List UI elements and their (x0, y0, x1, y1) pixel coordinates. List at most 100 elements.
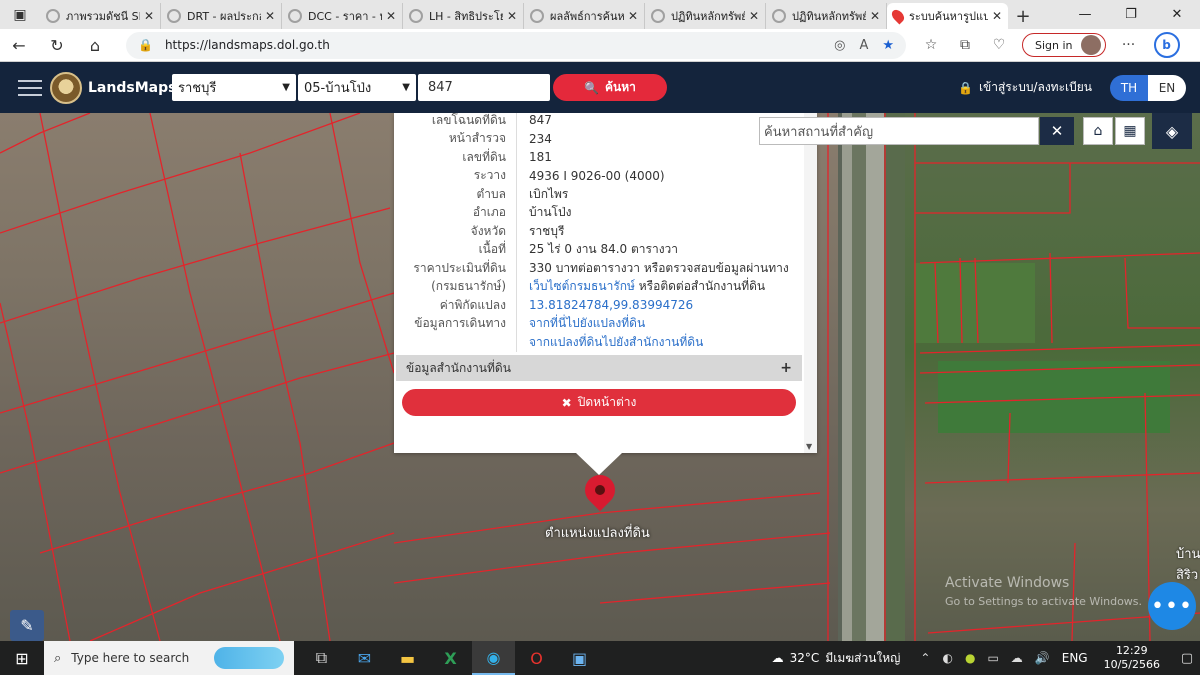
login-link[interactable]: 🔒 เข้าสู่ระบบ/ลงทะเบียน (958, 78, 1092, 97)
lang-en-button[interactable]: EN (1148, 74, 1186, 101)
coordinates-link[interactable]: 13.81824784,99.83994726 (517, 298, 693, 312)
collections-icon[interactable]: ⧉ (948, 37, 982, 53)
minimize-button[interactable]: — (1062, 0, 1108, 29)
lang-th-button[interactable]: TH (1110, 74, 1148, 101)
input-language[interactable]: ENG (1062, 651, 1088, 665)
file-explorer-icon[interactable]: ▬ (386, 641, 429, 675)
browser-tab[interactable]: ปฏิทินหลักทรัพย์ ✕ (645, 3, 766, 29)
location-icon[interactable]: ◎ (834, 38, 845, 53)
grid-map-icon[interactable]: ▦ (1115, 117, 1145, 145)
mail-icon[interactable]: ✉ (343, 641, 386, 675)
home-view-icon[interactable]: ⌂ (1083, 117, 1113, 145)
layers-icon[interactable]: ◈ (1152, 113, 1192, 149)
info-value: 181 (529, 150, 552, 165)
favorites-icon[interactable]: ☆ (914, 37, 948, 53)
close-panel-button[interactable]: ✖ ปิดหน้าต่าง (402, 389, 796, 416)
favorite-star-icon[interactable]: ★ (882, 38, 894, 53)
address-bar[interactable]: 🔒 https://landsmaps.dol.go.th ◎ A ★ (126, 31, 906, 59)
opera-icon[interactable]: O (515, 641, 558, 675)
back-button[interactable]: ← (0, 29, 38, 62)
windows-start-icon[interactable]: ⊞ (0, 649, 44, 668)
avatar (1080, 35, 1101, 55)
new-tab-button[interactable]: + (1008, 3, 1038, 29)
clock[interactable]: 12:29 10/5/2566 (1104, 644, 1160, 672)
tab-close-icon[interactable]: ✕ (144, 9, 154, 23)
district-select[interactable]: 05-บ้านโป่ง ▼ (298, 74, 416, 101)
chat-bubble-icon[interactable]: ••• (1148, 582, 1196, 630)
tab-close-icon[interactable]: ✕ (628, 9, 638, 23)
tab-favicon-icon (651, 9, 665, 23)
info-label: หน้าสำรวจ (394, 129, 517, 148)
browser-tab[interactable]: ภาพรวมดัชนี SET ✕ (40, 3, 161, 29)
activate-windows-title: Activate Windows (945, 575, 1070, 591)
tab-favicon-icon (288, 9, 302, 23)
measure-tool-icon[interactable]: ✎ (10, 610, 44, 641)
browser-tab[interactable]: ผลลัพธ์การค้นหา ✕ (524, 3, 645, 29)
land-office-section[interactable]: ข้อมูลสำนักงานที่ดิน + (396, 355, 802, 381)
more-menu-icon[interactable]: ··· (1112, 37, 1146, 53)
browser-tab[interactable]: DRT - ผลประกอบการ ✕ (161, 3, 282, 29)
search-button[interactable]: 🔍 ค้นหา (553, 74, 667, 101)
tab-close-icon[interactable]: ✕ (749, 9, 759, 23)
tab-close-icon[interactable]: ✕ (507, 9, 517, 23)
clear-search-button[interactable]: ✕ (1040, 117, 1074, 145)
deed-number-input[interactable]: 847 (418, 74, 550, 101)
home-button[interactable]: ⌂ (76, 29, 114, 62)
panel-scrollbar[interactable]: ▼ (804, 113, 817, 453)
parcel-location-label: ตำแหน่งแปลงที่ดิน (545, 526, 650, 541)
province-select[interactable]: ราชบุรี ▼ (172, 74, 296, 101)
browser-tab[interactable]: LH - สิทธิประโยชน์ ✕ (403, 3, 524, 29)
close-window-button[interactable]: ✕ (1154, 0, 1200, 29)
task-view-icon[interactable]: ⧉ (300, 641, 343, 675)
info-label: ตำบล (394, 185, 517, 204)
weather-cloud-icon[interactable]: ☁ (772, 651, 784, 665)
tray-app-icon[interactable]: ● (965, 651, 975, 665)
info-label: เลขที่ดิน (394, 148, 517, 167)
notifications-icon[interactable]: ▢ (1174, 651, 1200, 666)
weather-text[interactable]: มีเมฆส่วนใหญ่ (825, 649, 900, 668)
chevron-up-icon[interactable]: ⌃ (920, 651, 930, 665)
expand-plus-icon[interactable]: + (780, 360, 792, 376)
refresh-button[interactable]: ↻ (38, 29, 76, 62)
sign-in-button[interactable]: Sign in (1022, 33, 1106, 57)
info-value: เบิกไพร (529, 186, 569, 201)
info-row: ค่าพิกัดแปลง 13.81824784,99.83994726 (394, 296, 804, 315)
taskbar-search[interactable]: ⌕ Type here to search (44, 641, 294, 675)
browser-tab[interactable]: ปฏิทินหลักทรัพย์ ✕ (766, 3, 887, 29)
tab-actions-icon[interactable]: ▣ (0, 0, 40, 29)
info-row: จากแปลงที่ดินไปยังสำนักงานที่ดิน (394, 333, 804, 352)
satellite-map[interactable]: บ้าน สิริว Activate Windows Go to Settin… (0, 113, 1200, 641)
url-text[interactable]: https://landsmaps.dol.go.th (165, 38, 820, 52)
restore-button[interactable]: ❐ (1108, 0, 1154, 29)
excel-icon[interactable]: X (429, 641, 472, 675)
tab-close-icon[interactable]: ✕ (265, 9, 275, 23)
browser-tools: ☆ ⧉ ♡ Sign in ··· b (914, 32, 1180, 58)
info-label: เนื้อที่ (394, 240, 517, 259)
panel-pointer-arrow (576, 453, 622, 475)
info-label: อำเภอ (394, 203, 517, 222)
browser-tab[interactable]: DCC - ราคา - หุ้น ✕ (282, 3, 403, 29)
tab-close-icon[interactable]: ✕ (386, 9, 396, 23)
treasury-website-link[interactable]: เว็บไซต์กรมธนารักษ์ (529, 279, 635, 293)
info-label: ระวาง (394, 166, 517, 185)
directions-to-parcel-link[interactable]: จากที่นี่ไปยังแปลงที่ดิน (517, 314, 645, 333)
extensions-icon[interactable]: ♡ (982, 37, 1016, 53)
store-icon[interactable]: ▣ (558, 641, 601, 675)
network-icon[interactable]: ☁ (1011, 651, 1023, 665)
read-aloud-icon[interactable]: A (859, 38, 868, 53)
edge-browser-icon[interactable]: ◉ (472, 641, 515, 675)
tab-close-icon[interactable]: ✕ (870, 9, 880, 23)
tab-close-icon[interactable]: ✕ (992, 9, 1002, 23)
hamburger-menu-icon[interactable] (18, 79, 42, 96)
lock-icon[interactable]: 🔒 (138, 38, 153, 52)
battery-icon[interactable]: ▭ (987, 651, 998, 665)
volume-icon[interactable]: 🔊 (1035, 651, 1050, 665)
bing-copilot-icon[interactable]: b (1153, 32, 1180, 58)
tray-app-icon[interactable]: ◐ (942, 651, 952, 665)
scroll-down-icon[interactable]: ▼ (806, 442, 812, 451)
directions-to-office-link[interactable]: จากแปลงที่ดินไปยังสำนักงานที่ดิน (517, 333, 703, 352)
browser-tab-active[interactable]: ระบบค้นหารูปแปลง ✕ (887, 3, 1008, 29)
temperature[interactable]: 32°C (790, 651, 820, 665)
place-search-input[interactable]: ค้นหาสถานที่สำคัญ (759, 117, 1039, 145)
tab-favicon-icon (772, 9, 786, 23)
